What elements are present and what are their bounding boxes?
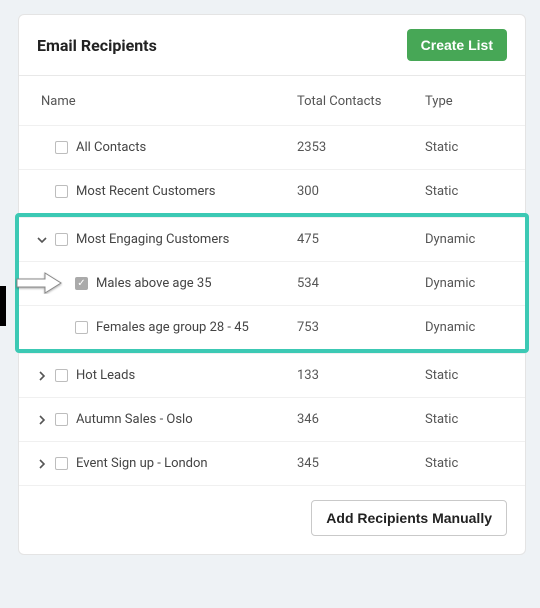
row-contacts: 345: [297, 456, 425, 471]
email-recipients-card: Email Recipients Create List Name Total …: [18, 14, 526, 555]
card-header: Email Recipients Create List: [19, 15, 525, 76]
table-header: Name Total Contacts Type: [19, 76, 525, 125]
checkbox[interactable]: [55, 233, 68, 246]
chevron-right-icon[interactable]: [37, 415, 47, 425]
chevron-down-icon[interactable]: [37, 235, 47, 245]
column-header-name: Name: [37, 94, 297, 109]
row-type: Dynamic: [425, 320, 507, 335]
table-row[interactable]: ▸ All Contacts 2353 Static: [19, 125, 525, 169]
row-label: Autumn Sales - Oslo: [76, 412, 193, 427]
row-contacts: 300: [297, 184, 425, 199]
row-label: All Contacts: [76, 140, 146, 155]
row-label: Females age group 28 - 45: [96, 320, 249, 335]
checkbox[interactable]: [75, 321, 88, 334]
page-title: Email Recipients: [37, 36, 157, 55]
row-label: Event Sign up - London: [76, 456, 208, 471]
table-row[interactable]: ▸ Most Recent Customers 300 Static: [19, 169, 525, 213]
checkbox[interactable]: [55, 141, 68, 154]
table-row[interactable]: Autumn Sales - Oslo 346 Static: [19, 397, 525, 441]
row-contacts: 133: [297, 368, 425, 383]
row-type: Static: [425, 368, 507, 383]
row-type: Dynamic: [425, 232, 507, 247]
row-contacts: 475: [297, 232, 425, 247]
checkbox[interactable]: [55, 413, 68, 426]
row-label: Hot Leads: [76, 368, 135, 383]
row-type: Static: [425, 140, 507, 155]
row-label: Most Engaging Customers: [76, 232, 229, 247]
row-contacts: 753: [297, 320, 425, 335]
table-row[interactable]: ▸ Females age group 28 - 45 753 Dynamic: [19, 305, 525, 349]
checkbox[interactable]: ✓: [75, 277, 88, 290]
checkbox[interactable]: [55, 457, 68, 470]
chevron-right-icon[interactable]: [37, 371, 47, 381]
row-contacts: 2353: [297, 140, 425, 155]
row-type: Dynamic: [425, 276, 507, 291]
row-type: Static: [425, 412, 507, 427]
checkbox[interactable]: [55, 185, 68, 198]
table-row[interactable]: ▸ ✓ Males above age 35 534 Dynamic: [19, 261, 525, 305]
table-row[interactable]: Hot Leads 133 Static: [19, 353, 525, 397]
row-type: Static: [425, 456, 507, 471]
table-row[interactable]: Most Engaging Customers 475 Dynamic: [19, 217, 525, 261]
card-footer: Add Recipients Manually: [19, 485, 525, 554]
row-contacts: 534: [297, 276, 425, 291]
table-body: ▸ All Contacts 2353 Static ▸ Most Recent…: [19, 125, 525, 485]
table-row[interactable]: Event Sign up - London 345 Static: [19, 441, 525, 485]
column-header-type: Type: [425, 94, 507, 109]
row-type: Static: [425, 184, 507, 199]
highlight-group: Most Engaging Customers 475 Dynamic ▸ ✓ …: [15, 213, 529, 353]
chevron-right-icon[interactable]: [37, 459, 47, 469]
checkbox[interactable]: [55, 369, 68, 382]
row-label: Most Recent Customers: [76, 184, 216, 199]
column-header-contacts: Total Contacts: [297, 94, 425, 109]
create-list-button[interactable]: Create List: [407, 29, 507, 61]
add-recipients-manually-button[interactable]: Add Recipients Manually: [311, 500, 507, 536]
row-label: Males above age 35: [96, 276, 212, 291]
row-contacts: 346: [297, 412, 425, 427]
side-handle: [0, 286, 6, 326]
